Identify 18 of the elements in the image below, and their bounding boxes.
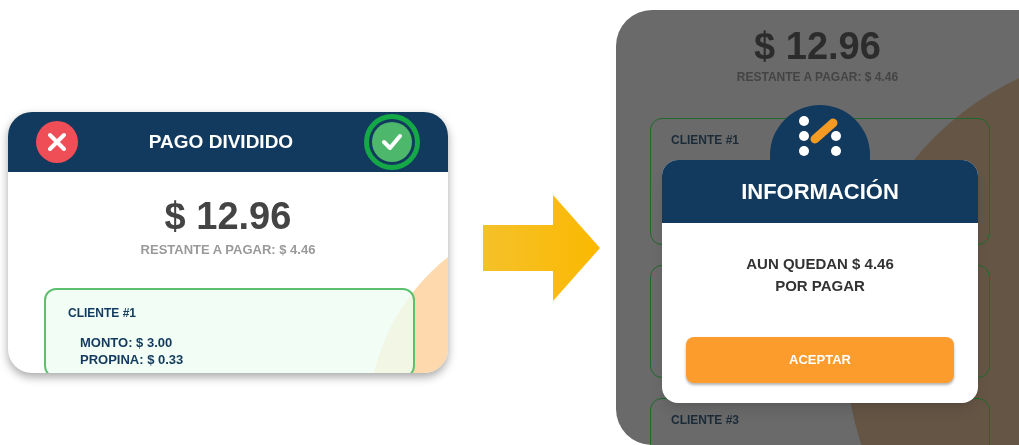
client-detail: PROPINA: $ 0.33 bbox=[80, 350, 185, 368]
client-name: CLIENTE #3 bbox=[671, 412, 740, 429]
total-amount: $ 12.96 bbox=[754, 24, 881, 68]
confirm-button[interactable] bbox=[364, 114, 420, 170]
dialog-message: AUN QUEDAN $ 4.46 POR PAGAR bbox=[746, 254, 894, 296]
logo-icon bbox=[798, 115, 842, 157]
client-name: CLIENTE #1 bbox=[68, 304, 137, 322]
accept-button[interactable]: ACEPTAR bbox=[686, 337, 954, 383]
dialog-title: PAGO DIVIDIDO bbox=[148, 129, 294, 154]
close-icon bbox=[47, 132, 67, 152]
client-name: CLIENTE #1 bbox=[671, 132, 740, 149]
total-amount: $ 12.96 bbox=[164, 194, 292, 238]
dialog-title: INFORMACIÓN bbox=[741, 178, 899, 206]
client-detail: MONTO: $ 3.00 bbox=[80, 333, 174, 351]
check-icon bbox=[381, 133, 403, 151]
close-button[interactable] bbox=[36, 121, 78, 163]
right-arrow-icon bbox=[483, 195, 600, 301]
remaining-text: RESTANTE A PAGAR: $ 4.46 bbox=[140, 241, 316, 259]
